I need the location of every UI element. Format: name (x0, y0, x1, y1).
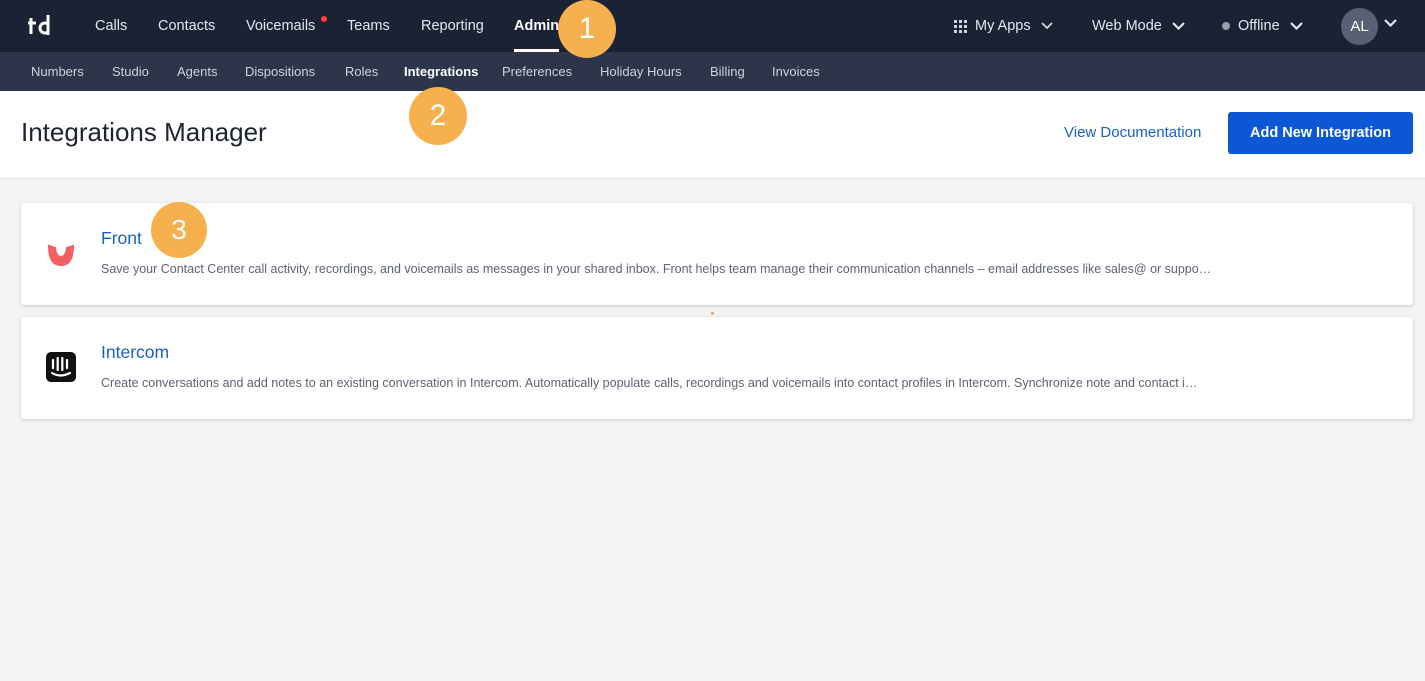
front-logo-icon (47, 244, 75, 267)
chevron-down-icon (1172, 22, 1185, 31)
subnav-roles[interactable]: Roles (345, 52, 378, 91)
step-marker-2: 2 (409, 87, 467, 145)
subnav-preferences[interactable]: Preferences (502, 52, 572, 91)
status-label: Offline (1238, 18, 1280, 34)
add-new-integration-button[interactable]: Add New Integration (1228, 112, 1413, 154)
step-marker-3: 3 (151, 202, 207, 258)
integration-title[interactable]: Intercom (101, 342, 169, 363)
nav-calls[interactable]: Calls (95, 0, 127, 52)
subnav-studio[interactable]: Studio (112, 52, 149, 91)
page-title: Integrations Manager (21, 117, 267, 147)
my-apps-menu[interactable]: My Apps (954, 0, 1053, 52)
web-mode-menu[interactable]: Web Mode (1092, 0, 1185, 52)
td-logo-icon[interactable] (28, 11, 58, 41)
user-avatar[interactable]: AL (1341, 8, 1378, 45)
nav-contacts[interactable]: Contacts (158, 0, 215, 52)
step-marker-1: 1 (558, 0, 616, 58)
integration-title[interactable]: Front (101, 228, 142, 249)
subnav-agents[interactable]: Agents (177, 52, 217, 91)
integration-card-front[interactable]: Front Save your Contact Center call acti… (21, 203, 1413, 305)
chevron-down-icon (1041, 22, 1053, 30)
nav-teams[interactable]: Teams (347, 0, 390, 52)
avatar-chevron-down-icon[interactable] (1384, 19, 1397, 27)
chevron-down-icon (1289, 22, 1303, 31)
offline-status-dot (1222, 22, 1230, 31)
subnav-dispositions[interactable]: Dispositions (245, 52, 315, 91)
status-menu[interactable]: Offline (1222, 0, 1303, 52)
intercom-logo-icon (46, 352, 76, 382)
apps-grid-icon (954, 19, 967, 33)
nav-reporting[interactable]: Reporting (421, 0, 484, 52)
stray-dot (711, 312, 714, 315)
nav-voicemails[interactable]: Voicemails (246, 0, 315, 52)
voicemail-notification-dot (321, 16, 327, 22)
page-header: Integrations Manager View Documentation … (0, 91, 1425, 179)
top-nav-bar: Calls Contacts Voicemails Teams Reportin… (0, 0, 1425, 52)
subnav-numbers[interactable]: Numbers (31, 52, 84, 91)
integration-description: Create conversations and add notes to an… (101, 376, 1198, 390)
my-apps-label: My Apps (975, 18, 1031, 34)
view-documentation-link[interactable]: View Documentation (1064, 124, 1201, 141)
subnav-invoices[interactable]: Invoices (772, 52, 820, 91)
subnav-billing[interactable]: Billing (710, 52, 745, 91)
integration-card-intercom[interactable]: Intercom Create conversations and add no… (21, 317, 1413, 419)
web-mode-label: Web Mode (1092, 18, 1162, 34)
nav-admin[interactable]: Admin (514, 0, 560, 52)
admin-sub-nav: Numbers Studio Agents Dispositions Roles… (0, 52, 1425, 91)
subnav-integrations[interactable]: Integrations (404, 52, 478, 91)
subnav-holiday-hours[interactable]: Holiday Hours (600, 52, 682, 91)
integration-description: Save your Contact Center call activity, … (101, 262, 1212, 276)
